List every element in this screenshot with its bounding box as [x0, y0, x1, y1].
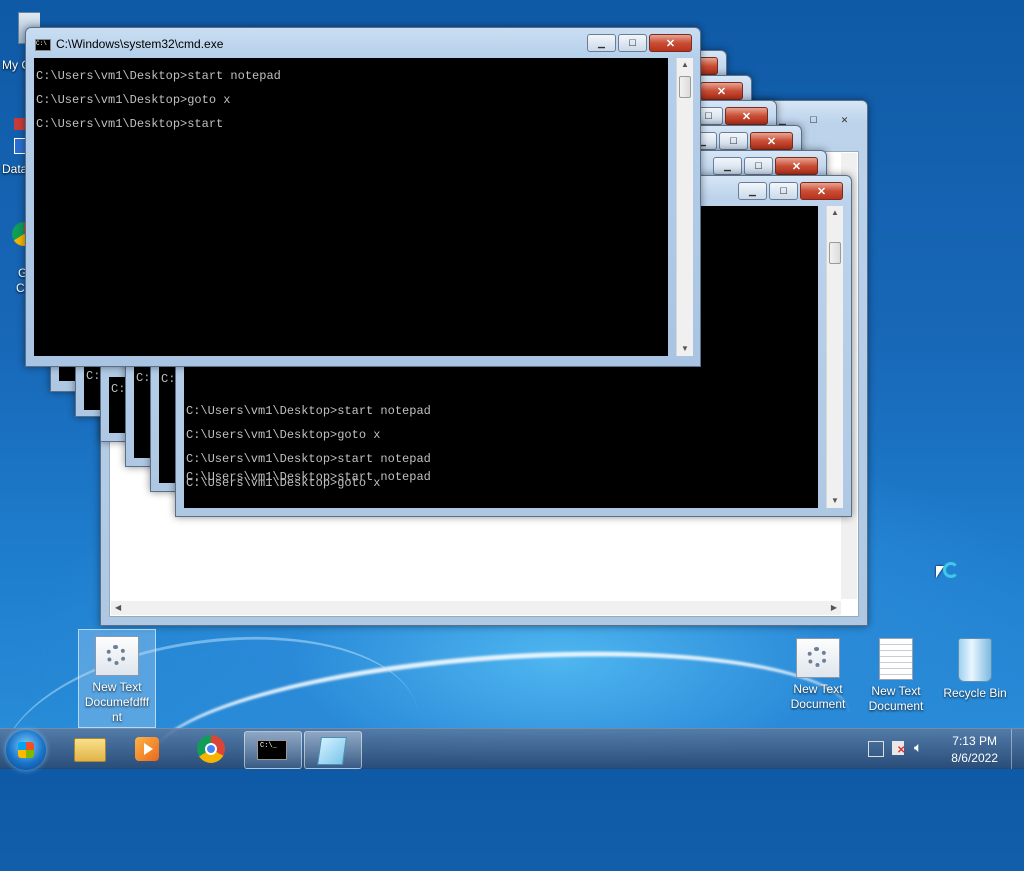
volume-icon[interactable]: 🔈︎	[914, 739, 922, 756]
cmd-icon: C:\_	[257, 740, 287, 760]
action-center-flag-icon[interactable]: ✕	[892, 741, 905, 756]
icon-label: New Text Document	[868, 684, 924, 713]
taskbar-explorer-button[interactable]	[62, 731, 118, 767]
desktop-icon-new-text-document[interactable]: New Text Document	[858, 632, 934, 714]
window-controls: ▁ ☐ ✕	[738, 182, 843, 200]
taskbar: C:\_ ✕ 🔈︎ 7:13 PM 8/6/2022	[0, 728, 1024, 770]
taskbar-notepad-button[interactable]	[304, 731, 362, 769]
scroll-down-arrow-icon[interactable]: ▼	[677, 342, 693, 356]
clock-date: 8/6/2022	[951, 751, 998, 765]
console-output[interactable]: C:\Users\vm1\Desktop>start notepad C:\Us…	[34, 58, 668, 356]
taskbar-media-player-button[interactable]	[120, 731, 176, 767]
title-bar[interactable]: C:\ C:\Windows\system32\cmd.exe ▁ ☐ ✕	[26, 28, 700, 58]
close-button[interactable]: ✕	[800, 182, 843, 200]
console-line: C:\Users\vm1\Desktop>goto x	[186, 428, 381, 442]
config-file-icon	[796, 638, 840, 678]
window-controls: ▁ ☐ ✕	[587, 34, 692, 52]
console-line: C:\Users\vm1\Desktop>start notepad	[36, 69, 281, 83]
cmd-window-active[interactable]: C:\ C:\Windows\system32\cmd.exe ▁ ☐ ✕ C:…	[25, 27, 701, 367]
taskbar-cmd-button[interactable]: C:\_	[244, 731, 302, 769]
window-title: C:\Windows\system32\cmd.exe	[56, 37, 224, 51]
scroll-thumb[interactable]	[829, 242, 841, 264]
desktop-icon-new-text-document-config[interactable]: New Text Document	[780, 632, 856, 712]
recycle-bin-icon	[958, 638, 992, 682]
window-controls: ✕	[700, 82, 743, 100]
minimize-button[interactable]: ▁	[587, 34, 616, 52]
maximize-button[interactable]: ☐	[744, 157, 773, 175]
taskbar-chrome-button[interactable]	[184, 731, 240, 767]
close-button[interactable]: ✕	[649, 34, 692, 52]
desktop-icon-new-text-document-selected[interactable]: New Text Documefdfff nt	[78, 629, 156, 728]
icon-label: New Text Document	[790, 682, 846, 711]
start-button[interactable]	[6, 730, 46, 770]
network-icon[interactable]	[868, 741, 884, 757]
close-button[interactable]: ✕	[700, 82, 743, 100]
console-line: C:\Users\vm1\Desktop>start notepad	[186, 404, 431, 418]
config-file-icon	[95, 636, 139, 676]
scroll-up-arrow-icon[interactable]: ▲	[677, 58, 693, 72]
console-line: C:\Users\vm1\Desktop>goto x	[36, 93, 231, 107]
close-button[interactable]: ✕	[725, 107, 768, 125]
media-player-icon	[135, 737, 159, 761]
scroll-down-arrow-icon[interactable]: ▼	[827, 494, 843, 508]
close-button[interactable]: ✕	[775, 157, 818, 175]
window-controls: ▁ ☐ ✕	[688, 132, 793, 150]
console-line: C:\Users\vm1\Desktop>start notepad	[186, 470, 431, 484]
notepad-horizontal-scrollbar[interactable]: ◀ ▶	[111, 601, 841, 615]
close-button[interactable]: ✕	[830, 111, 859, 129]
text-file-icon	[879, 638, 913, 680]
console-scrollbar[interactable]: ▲ ▼	[826, 206, 843, 508]
scroll-thumb[interactable]	[679, 76, 691, 98]
windows-logo-icon	[18, 742, 34, 758]
clock-time: 7:13 PM	[952, 734, 997, 748]
maximize-button[interactable]: ☐	[769, 182, 798, 200]
chrome-icon	[197, 735, 225, 763]
icon-label: New Text Documefdfff nt	[84, 680, 150, 724]
icon-label: Recycle Bin	[943, 686, 1007, 700]
maximize-button[interactable]: ☐	[799, 111, 828, 129]
desktop-icon-recycle-bin[interactable]: Recycle Bin	[937, 632, 1013, 701]
minimize-button[interactable]: ▁	[738, 182, 767, 200]
console-line: C:\Users\vm1\Desktop>start	[36, 117, 224, 131]
maximize-button[interactable]: ☐	[618, 34, 647, 52]
busy-spinner-icon	[943, 562, 959, 578]
console-scrollbar[interactable]: ▲ ▼	[676, 58, 693, 356]
minimize-button[interactable]: ▁	[713, 157, 742, 175]
scroll-up-arrow-icon[interactable]: ▲	[827, 206, 843, 220]
system-clock[interactable]: 7:13 PM 8/6/2022	[951, 733, 998, 767]
maximize-button[interactable]: ☐	[719, 132, 748, 150]
show-desktop-button[interactable]	[1011, 729, 1024, 769]
close-button[interactable]: ✕	[750, 132, 793, 150]
notepad-icon	[317, 737, 347, 765]
folder-icon	[74, 738, 106, 762]
window-controls: ▁ ☐ ✕	[713, 157, 818, 175]
cmd-app-icon: C:\	[35, 39, 51, 51]
